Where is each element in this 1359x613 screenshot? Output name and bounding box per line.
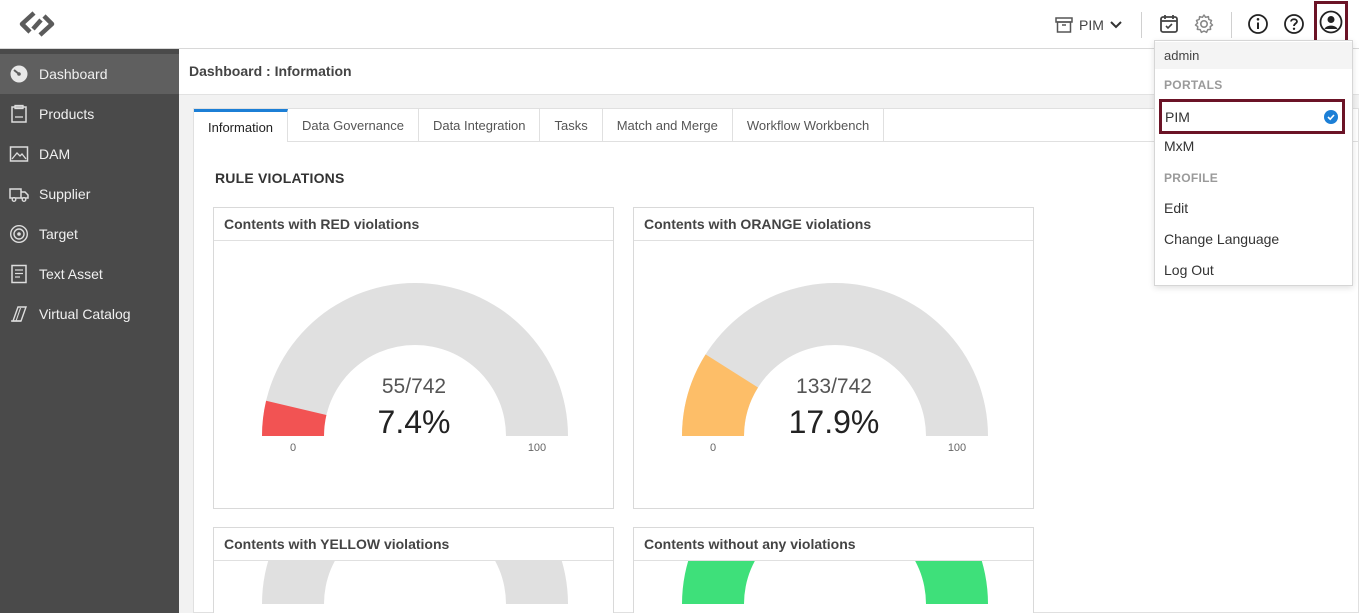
check-icon bbox=[1324, 110, 1338, 124]
portal-option-mxm[interactable]: MxM bbox=[1155, 132, 1352, 160]
red-violations-card: Contents with RED violations 55/742 7.4%… bbox=[213, 207, 614, 509]
tab-data-governance[interactable]: Data Governance bbox=[288, 109, 419, 142]
products-icon bbox=[9, 104, 29, 124]
sidebar-item-label: Dashboard bbox=[39, 66, 108, 82]
sidebar-item-dashboard[interactable]: Dashboard bbox=[0, 54, 179, 94]
app-logo[interactable] bbox=[17, 9, 57, 39]
sidebar-item-label: Text Asset bbox=[39, 266, 103, 282]
sidebar-item-label: Virtual Catalog bbox=[39, 306, 131, 322]
gauge-track bbox=[262, 561, 568, 604]
gauge-percent: 7.4% bbox=[378, 404, 451, 440]
document-icon bbox=[9, 264, 29, 284]
sidebar-item-label: Products bbox=[39, 106, 95, 122]
gauge-min-label: 0 bbox=[710, 442, 716, 454]
portals-heading: PORTALS bbox=[1164, 78, 1223, 92]
sidebar-item-label: Supplier bbox=[39, 186, 91, 202]
sidebar: Dashboard Products DAM Supplier Target T… bbox=[0, 49, 179, 613]
user-dropdown-menu: admin PORTALS PIM MxM PROFILE Edit Chang… bbox=[1154, 40, 1353, 286]
portal-option-pim[interactable]: PIM bbox=[1159, 99, 1345, 134]
tab-data-integration[interactable]: Data Integration bbox=[419, 109, 541, 142]
sidebar-item-label: DAM bbox=[39, 146, 71, 162]
portal-option-label: PIM bbox=[1165, 108, 1190, 125]
orange-gauge: 133/742 17.9% 0 100 bbox=[682, 283, 988, 454]
tab-information[interactable]: Information bbox=[194, 109, 289, 142]
target-icon bbox=[9, 224, 29, 244]
no-violations-gauge bbox=[682, 561, 988, 604]
card-title: Contents without any violations bbox=[634, 528, 1033, 561]
orange-violations-card: Contents with ORANGE violations 133/742 … bbox=[633, 207, 1034, 509]
username: admin bbox=[1155, 42, 1352, 69]
yellow-violations-card: Contents with YELLOW violations bbox=[213, 527, 614, 613]
tab-workflow-workbench[interactable]: Workflow Workbench bbox=[733, 109, 885, 142]
gauge-percent: 17.9% bbox=[789, 404, 880, 440]
archive-icon bbox=[1055, 17, 1073, 33]
breadcrumb: Dashboard : Information bbox=[189, 63, 352, 79]
change-language-item[interactable]: Change Language bbox=[1155, 225, 1352, 253]
image-icon bbox=[9, 144, 29, 164]
red-gauge: 55/742 7.4% 0 100 bbox=[262, 283, 568, 454]
profile-heading: PROFILE bbox=[1164, 171, 1219, 185]
sidebar-item-virtual-catalog[interactable]: Virtual Catalog bbox=[0, 294, 179, 334]
gauge-fraction: 55/742 bbox=[382, 375, 446, 398]
portal-label: PIM bbox=[1079, 17, 1104, 33]
sidebar-item-dam[interactable]: DAM bbox=[0, 134, 179, 174]
user-menu-button[interactable] bbox=[1314, 1, 1348, 43]
sidebar-item-text-asset[interactable]: Text Asset bbox=[0, 254, 179, 294]
card-title: Contents with ORANGE violations bbox=[634, 208, 1033, 241]
edit-profile-item[interactable]: Edit bbox=[1155, 194, 1352, 222]
sidebar-item-target[interactable]: Target bbox=[0, 214, 179, 254]
divider bbox=[1141, 12, 1142, 38]
tab-match-and-merge[interactable]: Match and Merge bbox=[603, 109, 733, 142]
dashboard-icon bbox=[9, 64, 29, 84]
catalog-icon bbox=[9, 304, 29, 324]
no-violations-card: Contents without any violations bbox=[633, 527, 1034, 613]
chevron-down-icon bbox=[1110, 21, 1122, 29]
gauge-min-label: 0 bbox=[290, 442, 296, 454]
help-icon[interactable] bbox=[1282, 12, 1306, 36]
card-title: Contents with YELLOW violations bbox=[214, 528, 613, 561]
user-icon bbox=[1319, 10, 1343, 34]
gauge-fill bbox=[682, 561, 988, 604]
portal-switcher[interactable]: PIM bbox=[1055, 12, 1122, 38]
gauge-max-label: 100 bbox=[528, 442, 546, 454]
log-out-item[interactable]: Log Out bbox=[1155, 256, 1352, 284]
divider bbox=[1231, 12, 1232, 38]
gauge-fraction: 133/742 bbox=[796, 375, 872, 398]
truck-icon bbox=[9, 184, 29, 204]
tab-tasks[interactable]: Tasks bbox=[540, 109, 603, 142]
info-icon[interactable] bbox=[1246, 12, 1270, 36]
gear-icon[interactable] bbox=[1192, 12, 1216, 36]
sidebar-item-products[interactable]: Products bbox=[0, 94, 179, 134]
calendar-icon[interactable] bbox=[1157, 12, 1181, 36]
sidebar-item-supplier[interactable]: Supplier bbox=[0, 174, 179, 214]
sidebar-item-label: Target bbox=[39, 226, 78, 242]
gauge-max-label: 100 bbox=[948, 442, 966, 454]
section-title: RULE VIOLATIONS bbox=[215, 170, 345, 186]
yellow-gauge bbox=[262, 561, 568, 604]
card-title: Contents with RED violations bbox=[214, 208, 613, 241]
